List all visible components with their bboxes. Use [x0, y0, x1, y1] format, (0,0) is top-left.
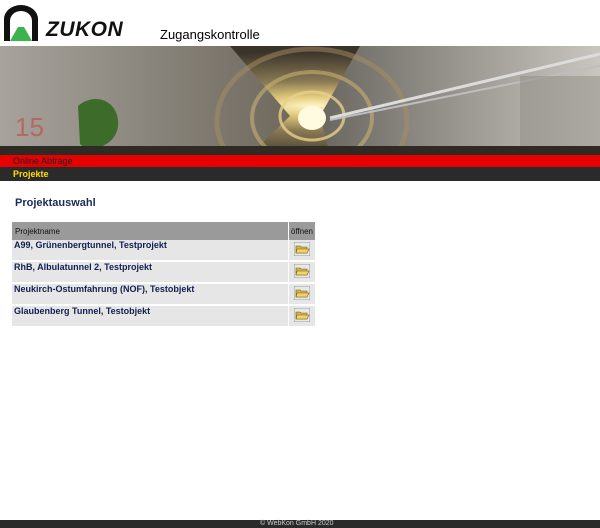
column-header-projektname: Projektname [12, 222, 288, 240]
table-row: A99, Grünenbergtunnel, Testprojekt [12, 240, 315, 262]
copyright-text: © WebKon GmbH 2020 [260, 520, 334, 527]
brand-name: ZUKON [46, 18, 124, 41]
header: ZUKON Zugangskontrolle [0, 0, 600, 46]
open-folder-icon[interactable] [293, 308, 310, 322]
nav-link-projekte[interactable]: Projekte [13, 168, 49, 180]
nav-bar-primary: Online Abfrage [0, 155, 600, 167]
table-header-row: Projektname öffnen [12, 222, 315, 240]
open-folder-icon[interactable] [293, 264, 310, 278]
open-project-button[interactable] [287, 306, 315, 328]
tunnel-logo-icon [4, 5, 38, 41]
project-name: Neukirch-Ostumfahrung (NOF), Testobjekt [12, 284, 288, 306]
project-name: Glaubenberg Tunnel, Testobjekt [12, 306, 288, 328]
project-name: RhB, Albulatunnel 2, Testprojekt [12, 262, 288, 284]
table-row: RhB, Albulatunnel 2, Testprojekt [12, 262, 315, 284]
project-name: A99, Grünenbergtunnel, Testprojekt [12, 240, 288, 262]
open-folder-icon[interactable] [293, 242, 310, 256]
table-row: Glaubenberg Tunnel, Testobjekt [12, 306, 315, 328]
open-project-button[interactable] [287, 284, 315, 306]
project-table: Projektname öffnen A99, Grünenbergtunnel… [12, 222, 315, 328]
column-header-oeffnen: öffnen [287, 222, 315, 240]
open-project-button[interactable] [287, 240, 315, 262]
nav-bar-secondary: Projekte [0, 167, 600, 181]
open-project-button[interactable] [287, 262, 315, 284]
footer: © WebKon GmbH 2020 [0, 520, 600, 528]
tunnel-banner-image: 15 [0, 46, 600, 155]
app-subtitle: Zugangskontrolle [160, 27, 260, 42]
table-row: Neukirch-Ostumfahrung (NOF), Testobjekt [12, 284, 315, 306]
page-title: Projektauswahl [15, 197, 96, 209]
svg-text:15: 15 [15, 112, 44, 142]
open-folder-icon[interactable] [293, 286, 310, 300]
nav-link-online-abfrage[interactable]: Online Abfrage [13, 155, 73, 167]
